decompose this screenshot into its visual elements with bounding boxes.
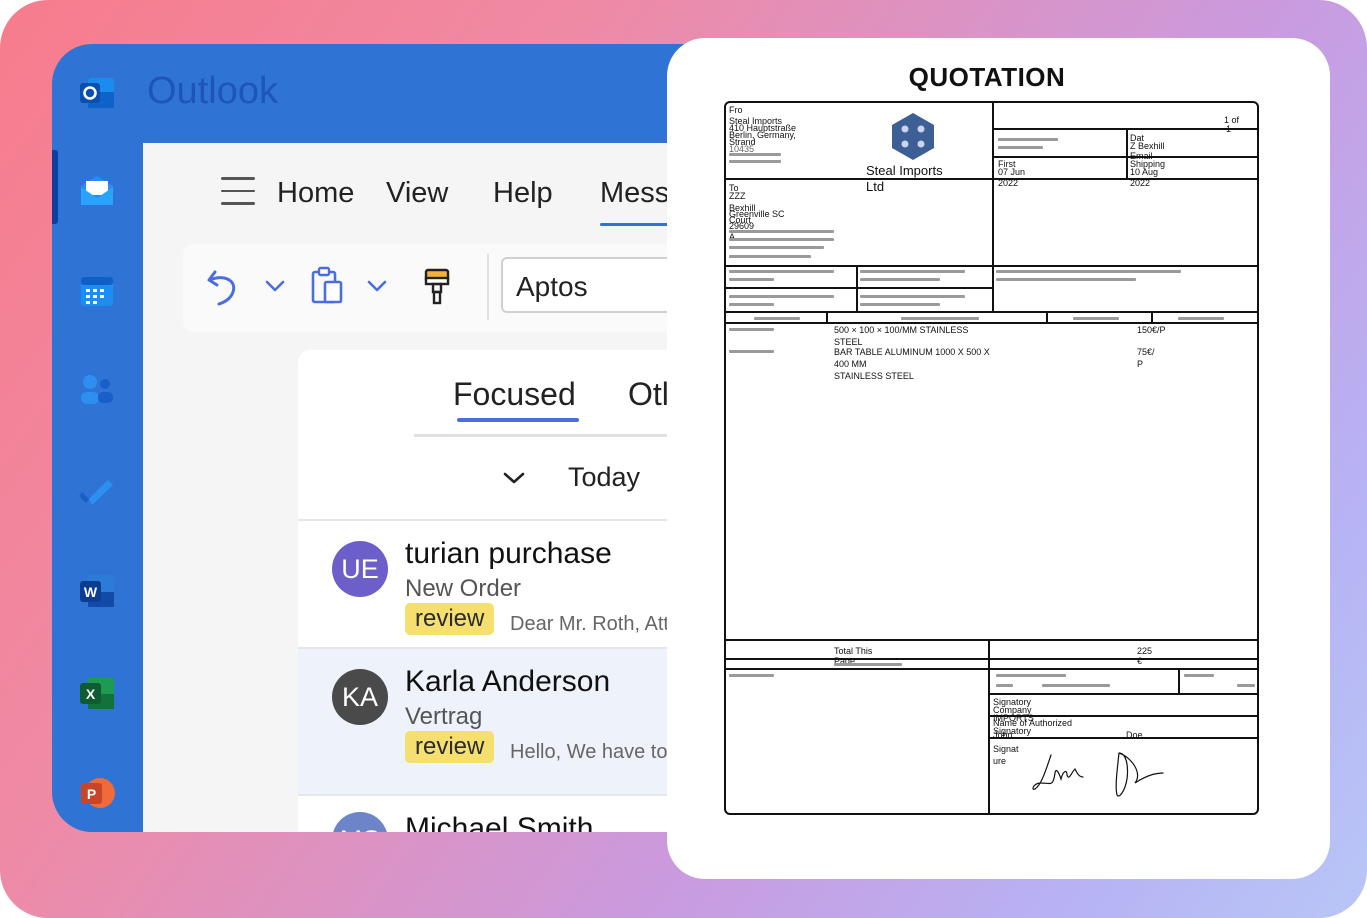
- shipping-year: 2022: [1130, 178, 1151, 188]
- item-price: P: [1137, 359, 1144, 369]
- svg-text:W: W: [84, 584, 98, 600]
- signature-label: ure: [993, 756, 1007, 766]
- tab-message[interactable]: Mess: [600, 177, 670, 226]
- rail-selection-indicator: [52, 150, 58, 224]
- word-icon[interactable]: W: [78, 572, 116, 610]
- format-painter-icon[interactable]: [421, 264, 453, 308]
- logo-company-name: Steal Imports: [866, 163, 943, 178]
- background: W X P Outlook Home View Help Mess Aptos …: [0, 0, 1367, 918]
- signature-label: Signat: [993, 744, 1019, 754]
- tab-home[interactable]: Home: [277, 177, 354, 210]
- subject: New Order: [405, 575, 522, 602]
- surname-value: Doe: [1126, 730, 1143, 740]
- item-price: 75€/: [1137, 347, 1155, 357]
- item-description: STAINLESS STEEL: [834, 371, 914, 381]
- to-line: ZZZ: [729, 191, 746, 201]
- avatar: KA: [332, 669, 388, 725]
- handwritten-signature: [1032, 752, 1164, 797]
- company-logo-icon: [892, 113, 934, 160]
- name-value: John: [993, 730, 1013, 740]
- from-label: Fro: [729, 105, 743, 115]
- undo-icon[interactable]: [205, 264, 245, 308]
- svg-text:X: X: [86, 686, 96, 702]
- first-value: 07 Jun: [998, 167, 1026, 177]
- preview-text: Dear Mr. Roth, Att: [510, 613, 669, 635]
- mail-icon[interactable]: [78, 172, 116, 210]
- item-description: BAR TABLE ALUMINUM 1000 X 500 X: [834, 347, 990, 357]
- app-title: Outlook: [147, 70, 278, 112]
- people-icon[interactable]: [78, 371, 116, 409]
- item-description: 400 MM: [834, 359, 867, 369]
- collapse-group-chevron-icon[interactable]: [502, 470, 526, 486]
- total-currency: €: [1137, 656, 1143, 666]
- page-total: 1: [1226, 124, 1232, 134]
- subject: Vertrag: [405, 703, 483, 730]
- first-year: 2022: [998, 178, 1019, 188]
- quotation-document: Fro Steal Imports 410 Hauptstraße Berlin…: [724, 101, 1259, 815]
- avatar: MS: [332, 812, 388, 832]
- item-price: 150€/P: [1137, 325, 1166, 335]
- powerpoint-icon[interactable]: P: [78, 774, 116, 812]
- excel-icon[interactable]: X: [78, 674, 116, 712]
- outlook-logo-icon[interactable]: [78, 74, 116, 112]
- todo-icon[interactable]: [78, 472, 116, 510]
- sender-name: turian purchase: [405, 537, 612, 570]
- category-tag[interactable]: review: [405, 603, 495, 635]
- tab-other[interactable]: Otl: [628, 376, 669, 413]
- focused-tab-indicator: [457, 418, 579, 422]
- quotation-card: QUOTATION Fro Steal Imports 410 Hauptstr…: [667, 38, 1330, 879]
- tab-focused[interactable]: Focused: [453, 376, 576, 413]
- document-title: QUOTATION: [908, 62, 1066, 92]
- undo-dropdown-chevron-icon[interactable]: [263, 264, 287, 308]
- shipping-value: 10 Aug: [1130, 167, 1159, 177]
- calendar-icon[interactable]: [78, 272, 116, 310]
- logo-company-suffix: Ltd: [866, 179, 885, 194]
- ribbon-separator: [487, 254, 489, 320]
- sender-name: Karla Anderson: [405, 665, 611, 698]
- preview-text: Hello, We have to: [510, 741, 668, 763]
- svg-text:P: P: [87, 786, 96, 802]
- paste-dropdown-chevron-icon[interactable]: [365, 264, 389, 308]
- sender-name: Michael Smith: [405, 812, 594, 832]
- tab-view[interactable]: View: [386, 177, 448, 210]
- item-description: 500 × 100 × 100/MM STAINLESS: [834, 325, 969, 335]
- category-tag[interactable]: review: [405, 731, 495, 763]
- app-rail: W X P: [52, 44, 143, 832]
- avatar: UE: [332, 541, 388, 597]
- paste-clipboard-icon[interactable]: [309, 264, 345, 308]
- hamburger-menu-icon[interactable]: [221, 177, 255, 207]
- tab-help[interactable]: Help: [493, 177, 553, 210]
- group-header-today: Today: [568, 462, 641, 492]
